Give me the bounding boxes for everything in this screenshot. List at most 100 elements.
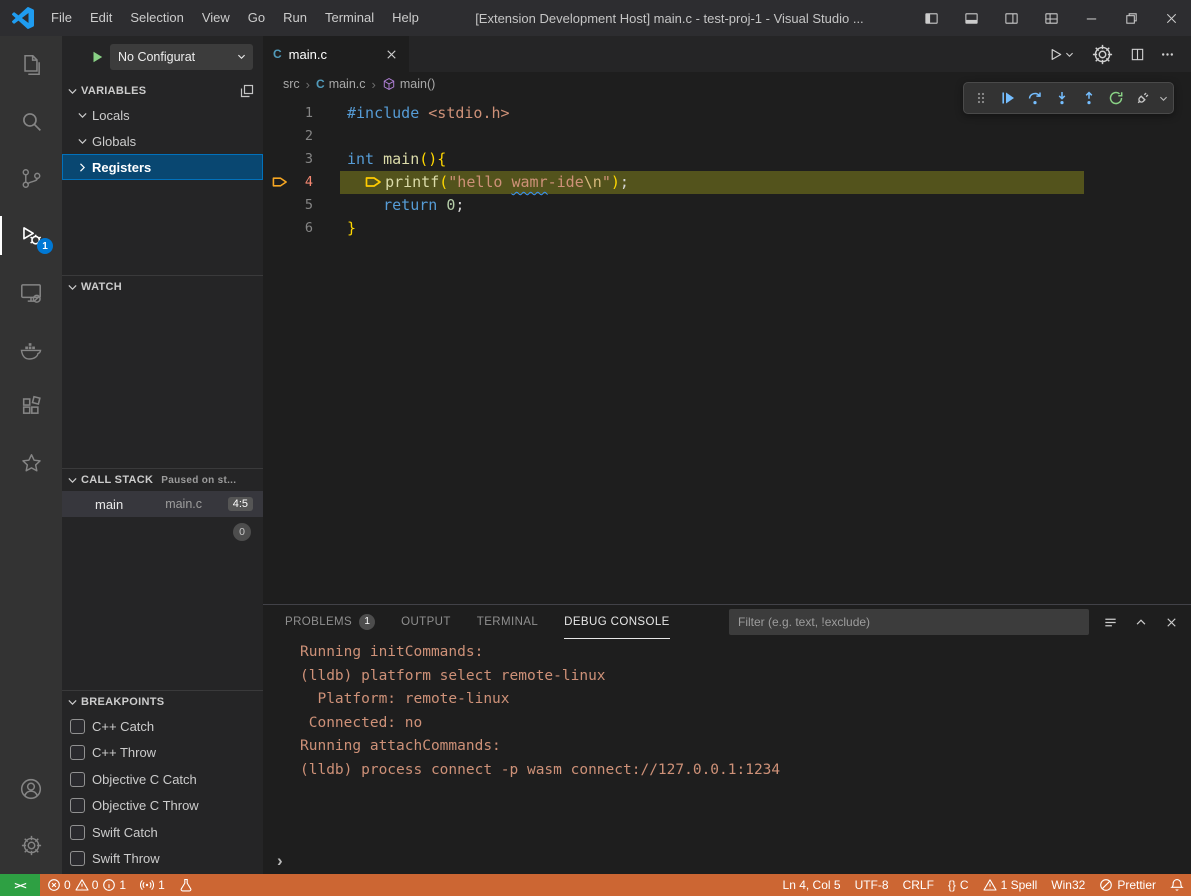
toggle-panel-button[interactable] [951, 0, 991, 36]
chevron-down-icon [76, 109, 89, 122]
breakpoint-checkbox[interactable] [70, 772, 85, 787]
menu-view[interactable]: View [193, 0, 239, 36]
breadcrumb-item[interactable]: Cmain.c [316, 77, 366, 91]
spell-checker-status[interactable]: 1 Spell [976, 874, 1045, 896]
call-stack-section: CALL STACK Paused on st... mainmain.c4:5… [62, 468, 263, 691]
step-into-button[interactable] [1048, 85, 1075, 111]
activity-item-run-and-debug[interactable]: 1 [0, 207, 62, 264]
breakpoint-checkbox[interactable] [70, 745, 85, 760]
activity-item-accounts[interactable] [0, 760, 62, 817]
variables-item-globals[interactable]: Globals [62, 128, 263, 154]
activity-item-extensions[interactable] [0, 378, 62, 435]
experiments-status[interactable] [172, 874, 200, 896]
call-stack-frame[interactable]: mainmain.c4:5 [62, 491, 263, 517]
watch-section-header[interactable]: WATCH [62, 276, 263, 298]
activity-item-favorites[interactable] [0, 435, 62, 492]
variables-section-title: VARIABLES [81, 85, 146, 97]
activity-item-source-control[interactable] [0, 150, 62, 207]
breakpoint-checkbox[interactable] [70, 798, 85, 813]
breakpoints-section-header[interactable]: BREAKPOINTS [62, 691, 263, 713]
panel-tab-output[interactable]: OUTPUT [401, 605, 451, 639]
menu-run[interactable]: Run [274, 0, 316, 36]
activity-item-explorer[interactable] [0, 36, 62, 93]
restore-button[interactable] [1111, 0, 1151, 36]
console-filter-input[interactable] [729, 609, 1089, 635]
breakpoint-row[interactable]: C++ Catch [62, 713, 263, 740]
variables-item-registers[interactable]: Registers [62, 154, 263, 180]
breakpoints-list: C++ CatchC++ ThrowObjective C CatchObjec… [62, 713, 263, 872]
breakpoint-row[interactable]: Swift Catch [62, 819, 263, 846]
status-bar: >< 0 0 1 1 Ln 4, Col 5 UTF-8 CRLF {} C 1… [0, 874, 1191, 896]
watch-section-title: WATCH [81, 281, 122, 293]
activity-item-docker[interactable] [0, 321, 62, 378]
debug-config-dropdown[interactable]: No Configurat [110, 44, 253, 70]
breadcrumb-item[interactable]: main() [382, 77, 435, 91]
problems-status[interactable]: 0 0 1 [40, 874, 133, 896]
code-token [419, 104, 428, 122]
panel-tab-label: TERMINAL [477, 616, 538, 628]
minimize-button[interactable] [1071, 0, 1111, 36]
line-content: int main(){ [347, 148, 446, 171]
toggle-sidebar-button[interactable] [911, 0, 951, 36]
menu-help[interactable]: Help [383, 0, 428, 36]
menu-terminal[interactable]: Terminal [316, 0, 383, 36]
notifications-bell[interactable] [1163, 874, 1191, 896]
ports-status[interactable]: 1 [133, 874, 172, 896]
continue-button[interactable] [994, 85, 1021, 111]
tab-main-c[interactable]: C main.c [263, 36, 409, 72]
target-platform[interactable]: Win32 [1044, 874, 1092, 896]
panel-tab-problems[interactable]: PROBLEMS1 [285, 605, 375, 639]
breakpoint-row[interactable]: Swift Throw [62, 846, 263, 873]
run-button[interactable] [1048, 47, 1075, 62]
restart-button[interactable] [1102, 85, 1129, 111]
step-out-button[interactable] [1075, 85, 1102, 111]
formatter-status[interactable]: Prettier [1092, 874, 1163, 896]
remote-indicator[interactable]: >< [0, 874, 40, 896]
eol-indicator[interactable]: CRLF [896, 874, 941, 896]
menu-go[interactable]: Go [239, 0, 274, 36]
start-debug-play-icon[interactable] [90, 50, 104, 64]
breakpoint-checkbox[interactable] [70, 825, 85, 840]
drag-grip-button[interactable] [967, 85, 994, 111]
menu-file[interactable]: File [42, 0, 81, 36]
call-stack-section-header[interactable]: CALL STACK Paused on st... [62, 469, 263, 491]
panels-icon[interactable] [239, 83, 255, 99]
panel-tab-terminal[interactable]: TERMINAL [477, 605, 538, 639]
menu-edit[interactable]: Edit [81, 0, 121, 36]
close-button[interactable] [1164, 615, 1179, 630]
breakpoint-row[interactable]: C++ Throw [62, 740, 263, 767]
encoding-indicator[interactable]: UTF-8 [848, 874, 896, 896]
breakpoint-row[interactable]: Objective C Throw [62, 793, 263, 820]
activity-item-settings[interactable] [0, 817, 62, 874]
close-window-button[interactable] [1151, 0, 1191, 36]
variables-item-locals[interactable]: Locals [62, 102, 263, 128]
code-token: -ide [548, 173, 584, 191]
activity-item-search[interactable] [0, 93, 62, 150]
breakpoint-checkbox[interactable] [70, 851, 85, 866]
menu-selection[interactable]: Selection [121, 0, 192, 36]
activity-item-remote-explorer[interactable] [0, 264, 62, 321]
customize-layout-button[interactable] [1031, 0, 1071, 36]
tab-close-icon[interactable] [384, 47, 399, 62]
gear-button[interactable] [1090, 42, 1115, 67]
panel-tab-debug-console[interactable]: DEBUG CONSOLE [564, 605, 670, 639]
chevron-up-button[interactable] [1134, 615, 1148, 629]
split-editor-button[interactable] [1130, 47, 1145, 62]
cursor-position[interactable]: Ln 4, Col 5 [776, 874, 848, 896]
breakpoint-row[interactable]: Objective C Catch [62, 766, 263, 793]
code-token [347, 173, 365, 191]
language-mode[interactable]: {} C [941, 874, 976, 896]
breakpoint-checkbox[interactable] [70, 719, 85, 734]
step-over-button[interactable] [1021, 85, 1048, 111]
step-into-icon [1054, 90, 1070, 106]
console-prompt[interactable]: › [277, 852, 283, 869]
lines-button[interactable] [1103, 615, 1118, 630]
breadcrumb-item[interactable]: src [283, 77, 300, 91]
debug-console-output: Running initCommands:(lldb) platform sel… [263, 639, 1191, 782]
debug-toolbar-more-button[interactable] [1156, 85, 1170, 111]
toggle-secondary-sidebar-button[interactable] [991, 0, 1031, 36]
disconnect-button[interactable] [1129, 85, 1156, 111]
variables-section-header[interactable]: VARIABLES [62, 80, 263, 102]
ellipsis-button[interactable] [1160, 47, 1175, 62]
console-line: (lldb) platform select remote-linux [300, 665, 1191, 689]
